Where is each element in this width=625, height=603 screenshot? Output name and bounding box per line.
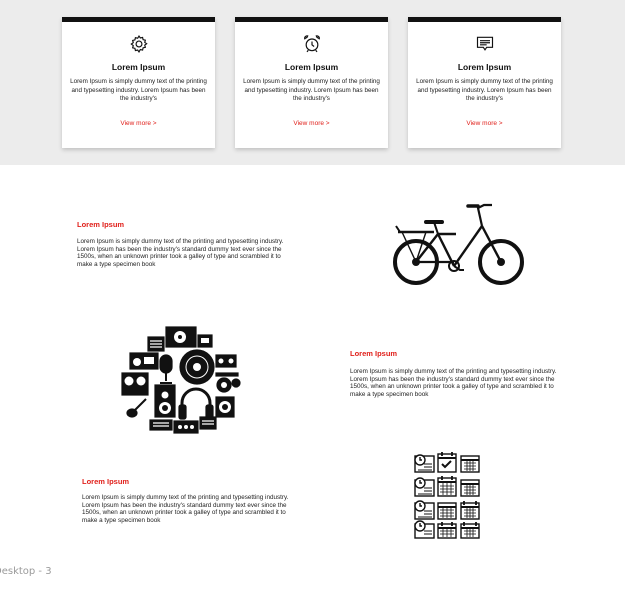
card-description: Lorem Ipsum is simply dummy text of the …	[243, 78, 380, 102]
services-band: Lorem Ipsum Lorem Ipsum is simply dummy …	[0, 0, 625, 165]
feature-3-title: Lorem Ipsum	[82, 477, 130, 486]
view-more-link[interactable]: View more >	[235, 120, 388, 127]
service-card-2: Lorem Ipsum Lorem Ipsum is simply dummy …	[235, 17, 388, 148]
feature-3-text: Lorem Ipsum is simply dummy text of the …	[82, 494, 289, 524]
view-more-link[interactable]: View more >	[408, 120, 561, 127]
chat-bubble-icon	[408, 34, 561, 54]
service-card-3: Lorem Ipsum Lorem Ipsum is simply dummy …	[408, 17, 561, 148]
card-description: Lorem Ipsum is simply dummy text of the …	[416, 78, 553, 102]
service-card-1: Lorem Ipsum Lorem Ipsum is simply dummy …	[62, 17, 215, 148]
feature-1-title: Lorem Ipsum	[77, 220, 125, 229]
feature-1-text: Lorem Ipsum is simply dummy text of the …	[77, 238, 284, 268]
calendar-grid-illustration	[412, 450, 482, 545]
feature-2-text: Lorem Ipsum is simply dummy text of the …	[350, 368, 557, 398]
alarm-clock-icon	[235, 34, 388, 54]
feature-2-title: Lorem Ipsum	[350, 349, 398, 358]
card-title: Lorem Ipsum	[284, 62, 339, 72]
gear-icon	[62, 34, 215, 54]
card-title: Lorem Ipsum	[111, 62, 166, 72]
view-more-link[interactable]: View more >	[62, 120, 215, 127]
frame-label: Desktop - 3	[0, 566, 52, 577]
bicycle-illustration	[392, 200, 528, 295]
card-title: Lorem Ipsum	[457, 62, 512, 72]
audio-equipment-illustration	[120, 325, 246, 440]
card-description: Lorem Ipsum is simply dummy text of the …	[70, 78, 207, 102]
